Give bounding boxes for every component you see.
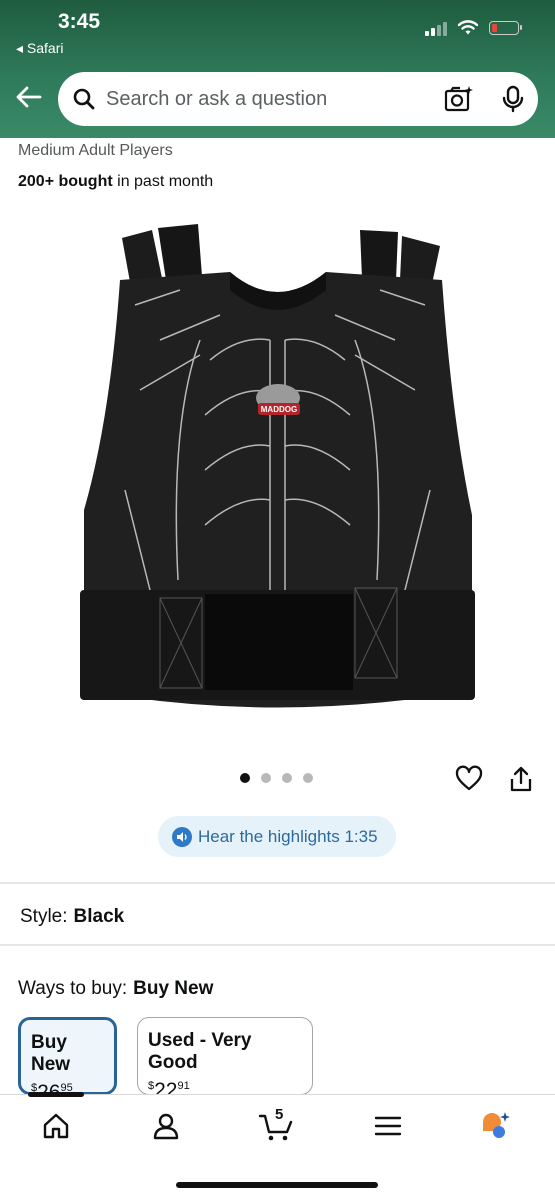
bought-count-bold: 200+ bought bbox=[18, 173, 113, 190]
style-row[interactable]: Style: Black bbox=[20, 906, 124, 928]
active-tab-indicator bbox=[28, 1092, 84, 1097]
ways-to-buy-label: Ways to buy: bbox=[18, 978, 128, 999]
account-icon[interactable] bbox=[150, 1110, 182, 1142]
product-image[interactable]: MADDOG bbox=[80, 220, 475, 720]
status-time: 3:45 bbox=[58, 10, 101, 33]
cart-count-badge: 5 bbox=[275, 1106, 284, 1123]
hear-highlights-button[interactable]: Hear the highlights 1:35 bbox=[158, 816, 396, 857]
carousel-dot[interactable] bbox=[240, 773, 250, 783]
product-title-tail: Medium Adult Players bbox=[18, 142, 173, 159]
speaker-icon bbox=[172, 826, 192, 847]
battery-icon bbox=[489, 21, 522, 35]
carousel-dot[interactable] bbox=[261, 773, 271, 783]
image-carousel-dots[interactable] bbox=[240, 773, 313, 783]
buy-option-used[interactable]: Used - Very Good $2291 bbox=[137, 1017, 313, 1102]
divider bbox=[0, 944, 555, 946]
status-icons bbox=[425, 20, 522, 36]
microphone-icon[interactable] bbox=[502, 85, 524, 113]
back-to-safari-link[interactable]: ◂ Safari bbox=[16, 40, 64, 57]
share-icon[interactable] bbox=[508, 765, 534, 793]
search-icon bbox=[73, 88, 95, 110]
buy-option-label: Used - Very Good bbox=[148, 1030, 252, 1073]
wifi-icon bbox=[457, 20, 479, 35]
carousel-dot[interactable] bbox=[282, 773, 292, 783]
bought-count: 200+ bought in past month bbox=[18, 173, 213, 191]
bought-count-rest: in past month bbox=[112, 173, 214, 190]
search-bar[interactable]: Search or ask a question bbox=[58, 72, 538, 126]
home-icon[interactable] bbox=[40, 1110, 72, 1142]
search-input[interactable]: Search or ask a question bbox=[106, 88, 444, 111]
vest-logo-text: MADDOG bbox=[261, 405, 297, 414]
ways-to-buy-value: Buy New bbox=[133, 978, 214, 999]
heart-icon[interactable] bbox=[455, 765, 483, 793]
buy-option-new[interactable]: Buy New $2695 bbox=[18, 1017, 117, 1104]
divider bbox=[0, 882, 555, 884]
style-value: Black bbox=[73, 906, 125, 927]
signal-icon bbox=[425, 20, 447, 36]
buy-option-label: Buy New bbox=[31, 1032, 71, 1075]
ways-to-buy: Ways to buy: Buy New bbox=[18, 978, 213, 1000]
style-label: Style: bbox=[20, 906, 68, 927]
hear-highlights-label: Hear the highlights 1:35 bbox=[198, 826, 378, 846]
assistant-icon[interactable] bbox=[480, 1110, 512, 1142]
back-arrow-icon[interactable] bbox=[14, 82, 44, 112]
menu-icon[interactable] bbox=[372, 1110, 404, 1142]
home-indicator bbox=[176, 1182, 378, 1188]
camera-icon[interactable] bbox=[444, 85, 474, 113]
app-header: 3:45 ◂ Safari Search or ask a question bbox=[0, 0, 555, 138]
carousel-dot[interactable] bbox=[303, 773, 313, 783]
